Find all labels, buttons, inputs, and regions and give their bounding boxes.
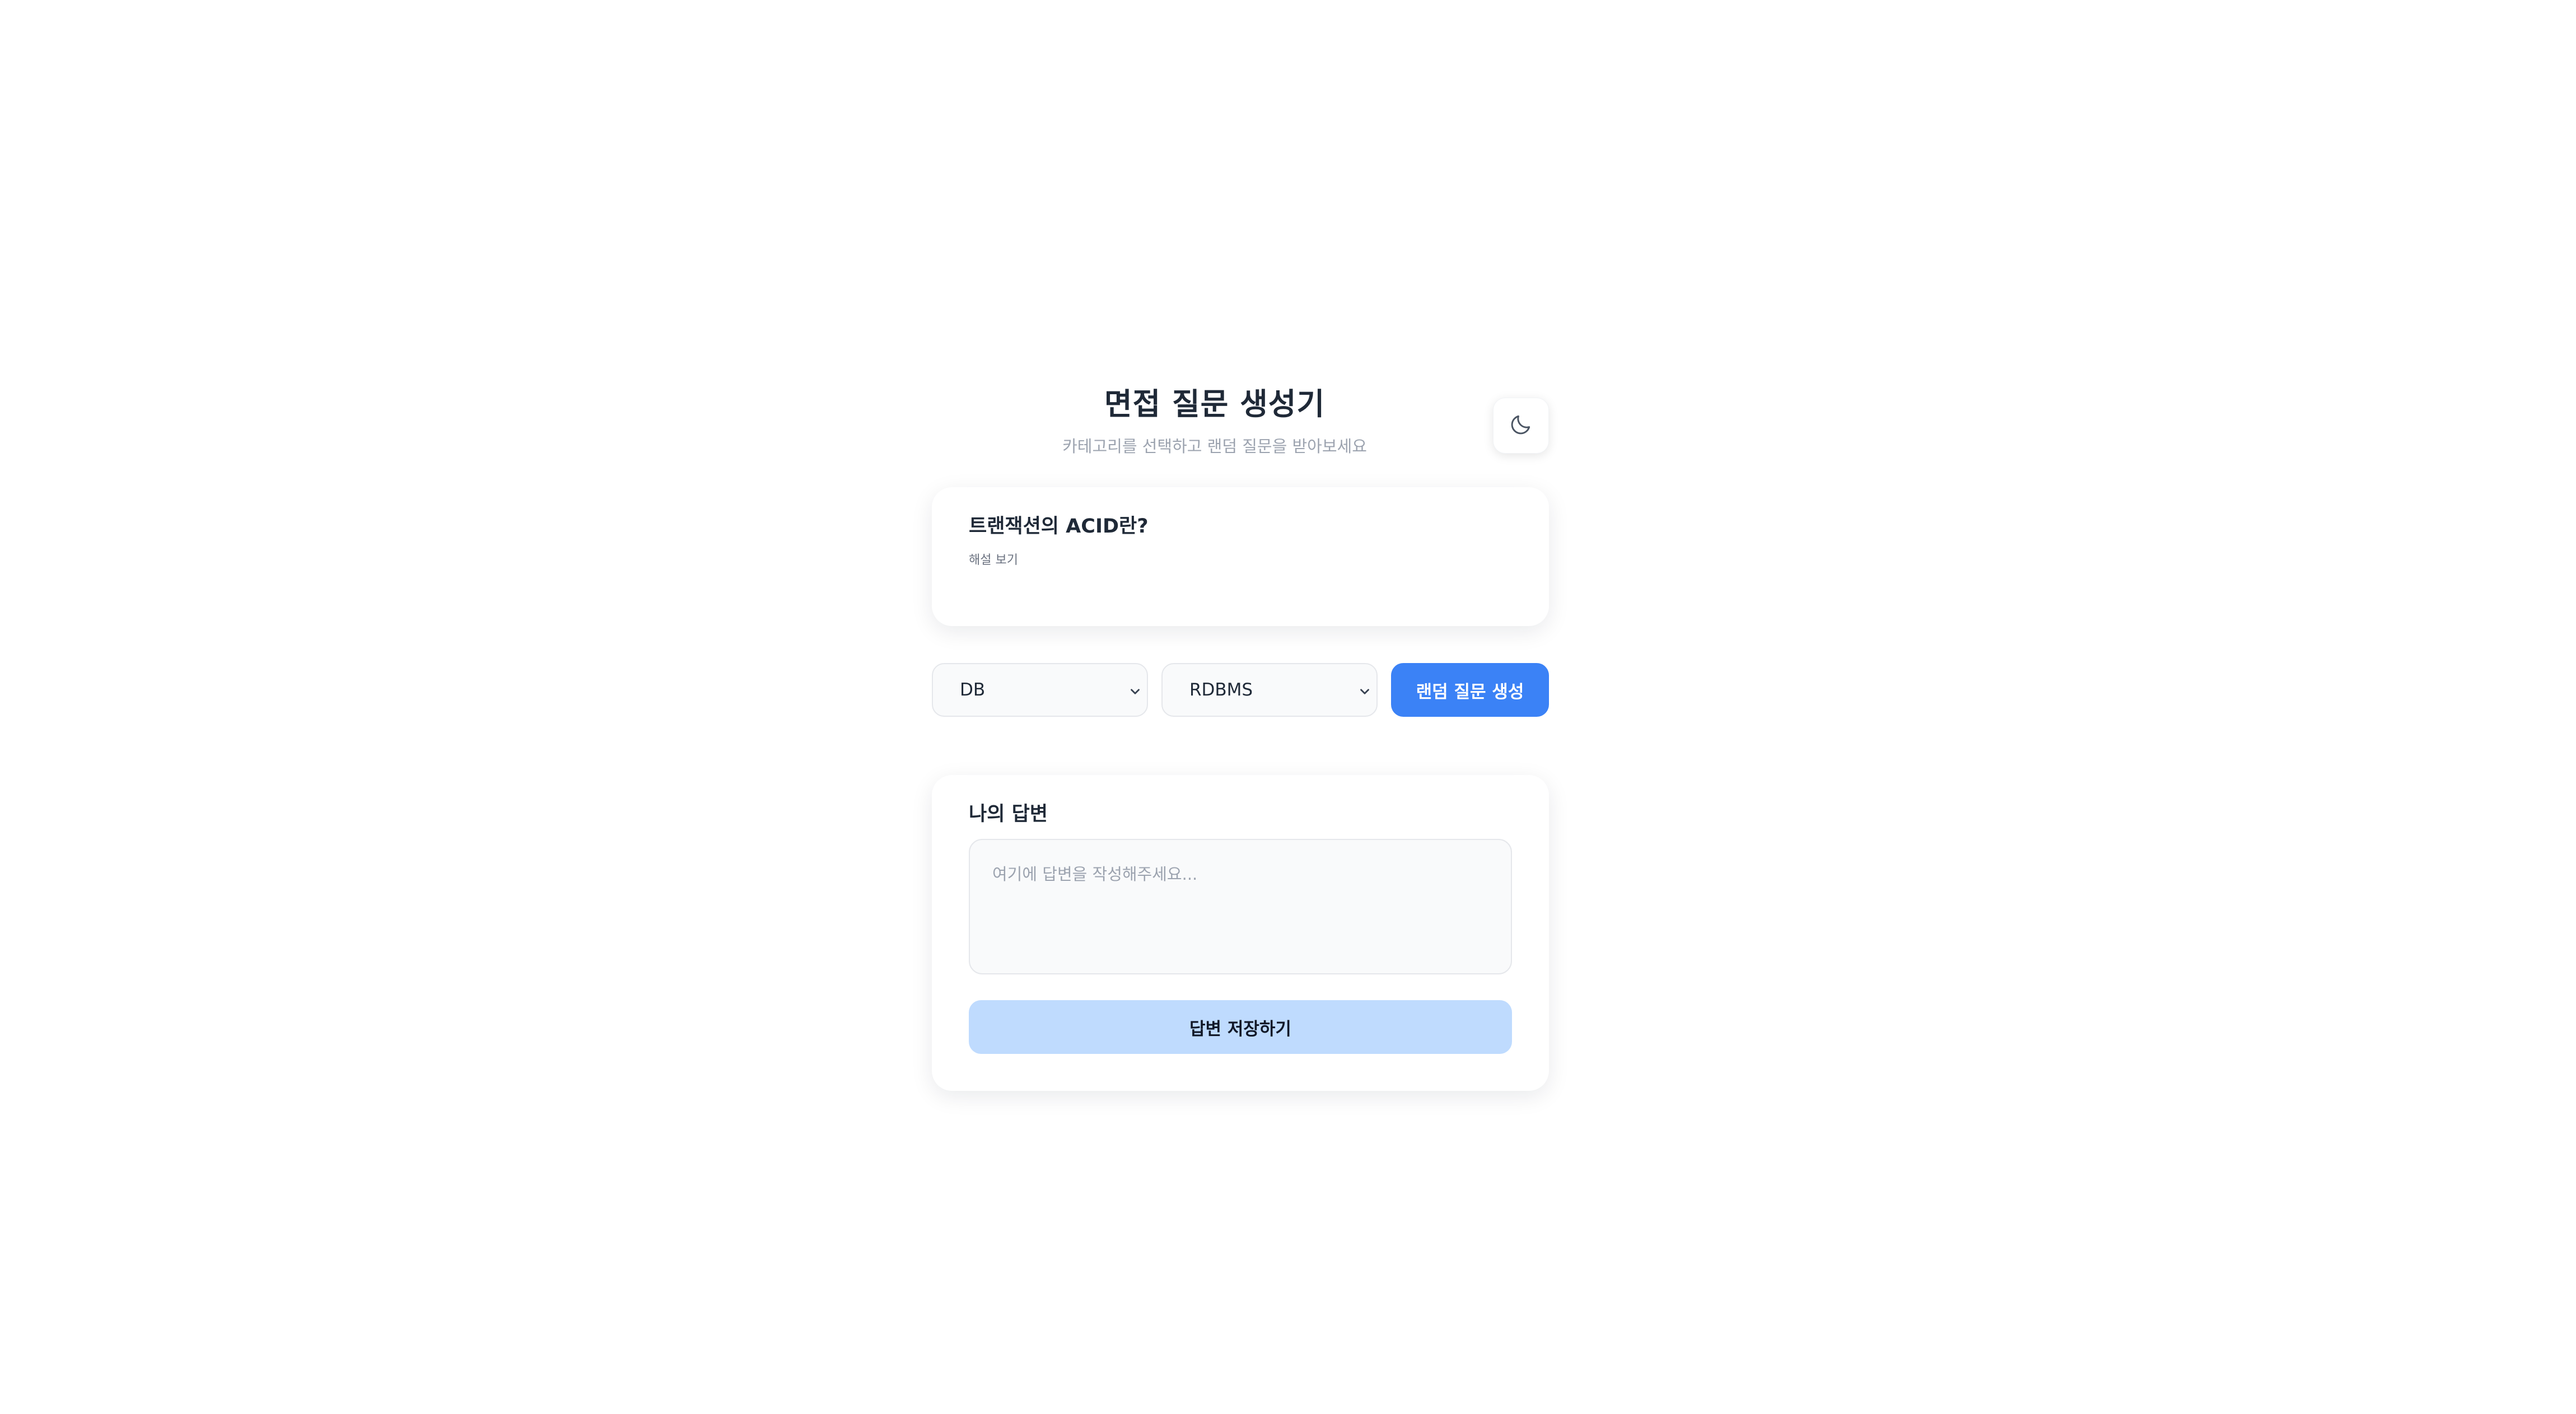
theme-toggle-button[interactable] bbox=[1493, 398, 1549, 454]
answer-card: 나의 답변 여기에 답변을 작성해주세요... 답변 저장하기 bbox=[932, 775, 1549, 1091]
chevron-down-icon bbox=[1357, 683, 1372, 698]
answer-textarea[interactable]: 여기에 답변을 작성해주세요... bbox=[969, 839, 1512, 974]
page: 면접 질문 생성기 카테고리를 선택하고 랜덤 질문을 받아보세요 트랜잭션의 … bbox=[0, 0, 2576, 1414]
answer-label: 나의 답변 bbox=[969, 803, 1048, 825]
question-card: 트랜잭션의 ACID란? 해설 보기 bbox=[932, 487, 1549, 626]
answer-placeholder: 여기에 답변을 작성해주세요... bbox=[992, 865, 1198, 884]
page-title: 면접 질문 생성기 bbox=[1104, 386, 1326, 422]
header: 면접 질문 생성기 카테고리를 선택하고 랜덤 질문을 받아보세요 bbox=[932, 381, 1549, 464]
category-select-value: DB bbox=[960, 680, 986, 700]
main-container: 면접 질문 생성기 카테고리를 선택하고 랜덤 질문을 받아보세요 트랜잭션의 … bbox=[932, 381, 1549, 1091]
page-subtitle: 카테고리를 선택하고 랜덤 질문을 받아보세요 bbox=[1062, 437, 1367, 456]
category-select[interactable]: DB bbox=[932, 663, 1148, 717]
subcategory-select-value: RDBMS bbox=[1189, 680, 1253, 700]
moon-icon bbox=[1509, 412, 1533, 439]
save-answer-button[interactable]: 답변 저장하기 bbox=[969, 1000, 1512, 1054]
question-text: 트랜잭션의 ACID란? bbox=[969, 515, 1149, 538]
generate-question-button[interactable]: 랜덤 질문 생성 bbox=[1391, 663, 1549, 717]
explain-toggle[interactable]: 해설 보기 bbox=[969, 551, 1512, 570]
controls-row: DB RDBMS 랜덤 질문 생성 bbox=[932, 663, 1549, 717]
chevron-down-icon bbox=[1128, 683, 1142, 698]
subcategory-select[interactable]: RDBMS bbox=[1161, 663, 1378, 717]
